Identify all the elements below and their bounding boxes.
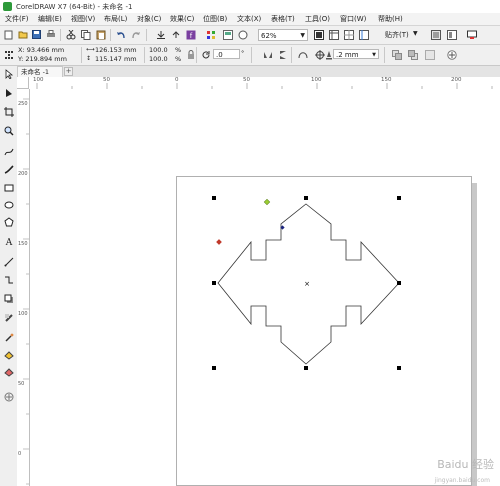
selection-handle-bottom-left[interactable] [212, 366, 216, 370]
selection-handle-bottom[interactable] [304, 366, 308, 370]
selection-handle-bottom-right[interactable] [397, 366, 401, 370]
watermark-url: jingyan.baidu.com [434, 477, 490, 484]
baidu-watermark: Baidu 经验 [437, 458, 494, 471]
selection-handle-top-right[interactable] [397, 196, 401, 200]
skew-handle[interactable] [263, 198, 271, 206]
selection-handle-top-left[interactable] [212, 196, 216, 200]
center-marker-icon: × [304, 280, 310, 288]
selection-handle-top[interactable] [304, 196, 308, 200]
rotation-handle[interactable] [216, 239, 222, 245]
selection-handle-right[interactable] [397, 281, 401, 285]
shape-layer: × [212, 196, 401, 370]
selection-handle-left[interactable] [212, 281, 216, 285]
